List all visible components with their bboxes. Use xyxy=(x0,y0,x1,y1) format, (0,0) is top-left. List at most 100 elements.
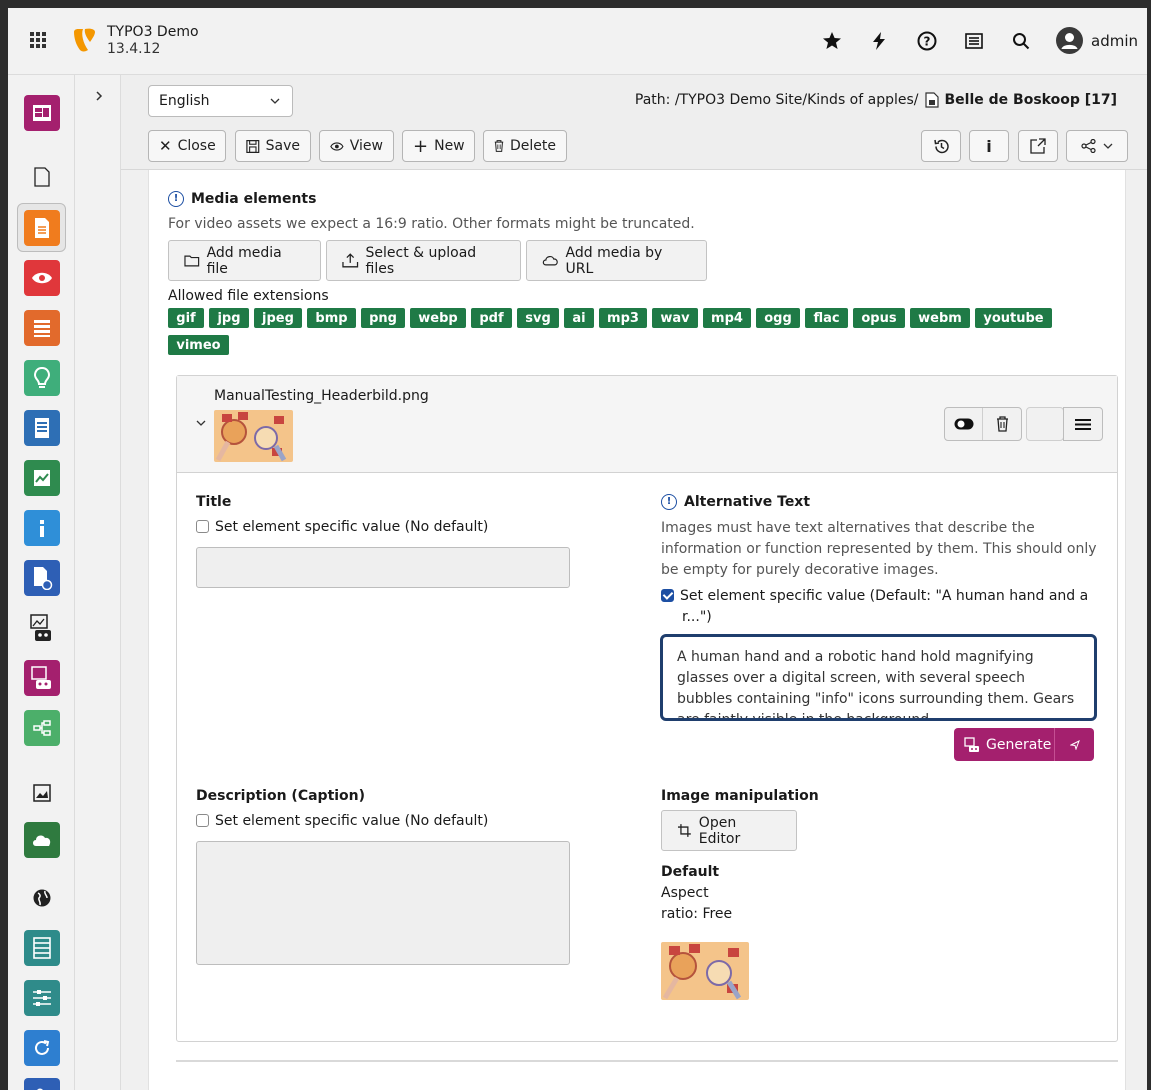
alt-text-hint: Images must have text alternatives that … xyxy=(661,520,1097,578)
settings-module-icon[interactable] xyxy=(24,980,60,1016)
extension-badge: bmp xyxy=(307,308,356,328)
view-button[interactable]: View xyxy=(319,130,394,162)
add-media-file-button[interactable]: Add media file xyxy=(168,240,321,281)
list-icon[interactable] xyxy=(963,30,985,52)
expand-tree-icon[interactable] xyxy=(94,90,104,102)
save-button[interactable]: Save xyxy=(235,130,311,162)
title-override-checkbox-row[interactable]: Set element specific value (No default) xyxy=(196,519,488,535)
language-select[interactable]: English xyxy=(148,85,293,117)
close-button[interactable]: ✕ Close xyxy=(148,130,226,162)
close-icon: ✕ xyxy=(159,137,172,155)
menu-icon xyxy=(1075,418,1091,430)
search-icon[interactable] xyxy=(1010,30,1032,52)
dashboard-module-icon[interactable] xyxy=(24,95,60,131)
alt-override-checkbox[interactable] xyxy=(661,589,674,602)
typo3-logo[interactable] xyxy=(71,26,99,54)
extension-badge: flac xyxy=(805,308,848,328)
ai-generate-module-icon[interactable] xyxy=(24,660,60,696)
save-icon xyxy=(246,139,260,153)
select-upload-button[interactable]: Select & upload files xyxy=(326,240,521,281)
form-module-icon[interactable] xyxy=(24,410,60,446)
title-label: Title xyxy=(196,494,232,510)
alt-override-checkbox-row[interactable]: Set element specific value (Default: "A … xyxy=(661,586,1101,628)
folder-icon xyxy=(184,255,200,267)
language-value: English xyxy=(159,93,210,109)
bolt-icon[interactable] xyxy=(868,30,890,52)
description-override-checkbox-row[interactable]: Set element specific value (No default) xyxy=(196,813,488,829)
share-icon xyxy=(1081,139,1096,153)
svg-text:?: ? xyxy=(924,35,931,49)
site-name: TYPO3 Demo xyxy=(107,24,199,40)
description-checkbox-label: Set element specific value (No default) xyxy=(215,813,489,829)
open-editor-label: Open Editor xyxy=(698,814,741,847)
page-tree-collapsed xyxy=(75,75,121,1090)
typo3-backend: TYPO3 Demo 13.4.12 ? admin English Path:… xyxy=(8,8,1147,1090)
generate-label: Generate xyxy=(986,736,1052,753)
empty-control-slot xyxy=(1026,407,1064,441)
file-module-icon[interactable] xyxy=(24,560,60,596)
info-module-icon[interactable] xyxy=(24,510,60,546)
file-reference-header[interactable]: ManualTesting_Headerbild.png xyxy=(177,376,1117,473)
delete-file-button[interactable] xyxy=(983,408,1021,440)
new-button[interactable]: + New xyxy=(402,130,475,162)
extension-badge: svg xyxy=(517,308,559,328)
page-module-icon[interactable] xyxy=(24,159,60,195)
generate-button[interactable]: Generate xyxy=(954,728,1055,761)
crop-preview-thumbnail xyxy=(661,942,749,1000)
site-version: 13.4.12 xyxy=(107,41,161,57)
refresh-module-icon[interactable] xyxy=(24,1030,60,1066)
description-textarea[interactable] xyxy=(196,841,570,965)
extension-badge: pdf xyxy=(471,308,512,328)
user-name[interactable]: admin xyxy=(1091,32,1138,50)
collapse-chevron-icon[interactable] xyxy=(196,420,206,427)
history-button[interactable] xyxy=(921,130,961,162)
eye-icon xyxy=(330,141,344,151)
records-module-icon[interactable] xyxy=(24,310,60,346)
image-manipulation-label: Image manipulation xyxy=(661,788,819,804)
delete-button[interactable]: Delete xyxy=(483,130,567,162)
drag-handle-button[interactable] xyxy=(1063,407,1103,441)
file-thumbnail xyxy=(214,410,293,462)
plus-icon: + xyxy=(413,135,429,157)
open-editor-button[interactable]: Open Editor xyxy=(661,810,797,851)
info-icon: i xyxy=(986,136,992,156)
template-module-icon[interactable] xyxy=(24,930,60,966)
share-button[interactable] xyxy=(1066,130,1128,162)
media-hint: For video assets we expect a 16:9 ratio.… xyxy=(168,216,695,232)
crop-variant-default-label: Default xyxy=(661,864,720,880)
star-icon[interactable] xyxy=(821,30,843,52)
list-module-icon[interactable] xyxy=(24,210,60,246)
info-bulb-module-icon[interactable] xyxy=(24,360,60,396)
extension-badge: webp xyxy=(410,308,466,328)
open-new-window-button[interactable] xyxy=(1018,130,1058,162)
title-override-checkbox[interactable] xyxy=(196,520,209,533)
add-media-by-url-button[interactable]: Add media by URL xyxy=(526,240,707,281)
description-override-checkbox[interactable] xyxy=(196,814,209,827)
user-avatar-icon[interactable] xyxy=(1056,27,1083,54)
globe-module-icon[interactable] xyxy=(24,880,60,916)
ai-image-module-icon[interactable] xyxy=(24,610,60,646)
chevron-down-icon xyxy=(270,98,280,104)
history-icon xyxy=(933,139,949,153)
media-heading: ! Media elements xyxy=(168,191,316,207)
info-button[interactable]: i xyxy=(969,130,1009,162)
toggle-visibility-button[interactable] xyxy=(945,408,983,440)
alt-text-heading: ! Alternative Text xyxy=(661,494,810,510)
alt-text-textarea[interactable]: A human hand and a robotic hand hold mag… xyxy=(660,634,1097,721)
extension-badge: mp3 xyxy=(599,308,647,328)
module-menu-grid-icon[interactable] xyxy=(30,32,46,48)
generate-options-button[interactable] xyxy=(1055,739,1094,750)
extension-badge: gif xyxy=(168,308,204,328)
aspect-line-2: ratio: Free xyxy=(661,906,733,922)
media-module-icon[interactable] xyxy=(24,775,60,811)
extension-badge: youtube xyxy=(975,308,1052,328)
title-input[interactable] xyxy=(196,547,570,588)
reports-module-icon[interactable] xyxy=(24,460,60,496)
view-module-icon[interactable] xyxy=(24,260,60,296)
user-settings-module-icon[interactable] xyxy=(24,1078,60,1090)
tree-module-icon[interactable] xyxy=(24,710,60,746)
send-icon xyxy=(1069,739,1080,750)
cloud-module-icon[interactable] xyxy=(24,822,60,858)
generate-button-group: Generate xyxy=(954,728,1094,761)
help-icon[interactable]: ? xyxy=(916,30,938,52)
